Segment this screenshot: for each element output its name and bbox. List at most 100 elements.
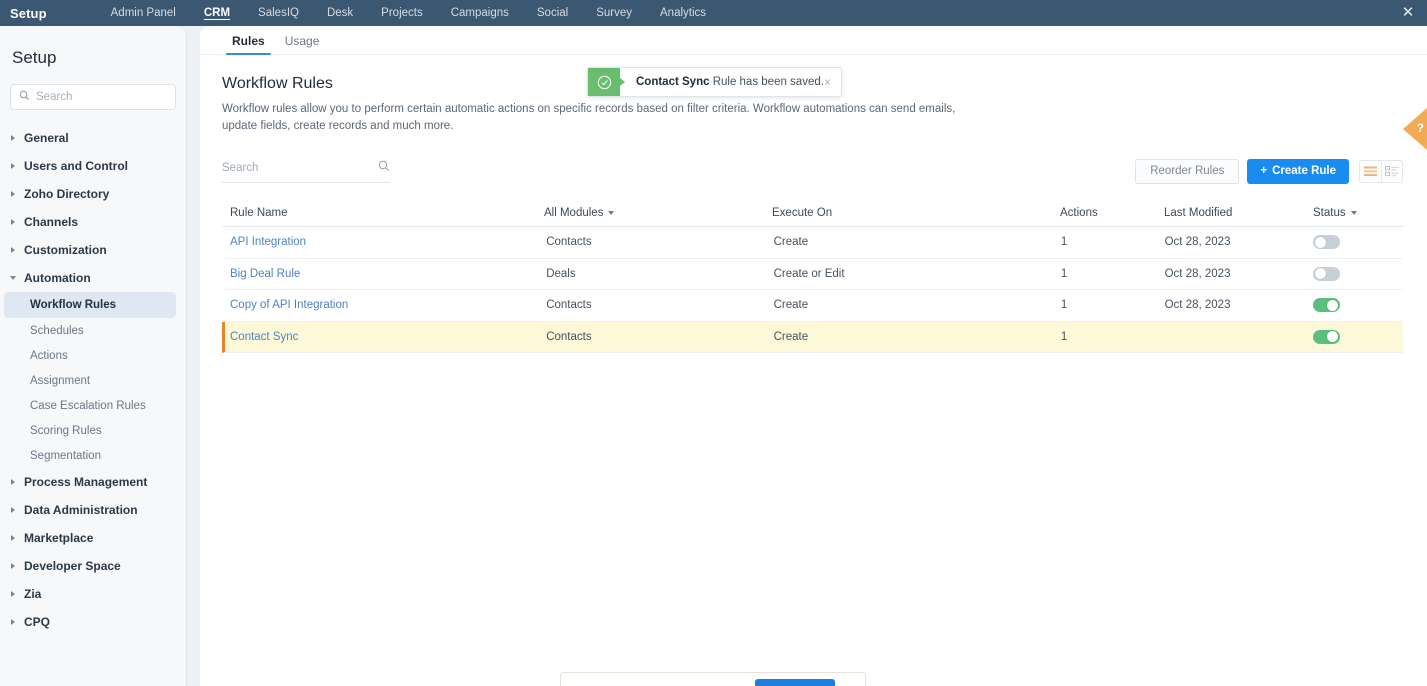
sidebar-item-segmentation[interactable]: Segmentation [0, 443, 186, 468]
topbar-app-desk[interactable]: Desk [313, 0, 367, 26]
sidebar-title: Setup [0, 26, 186, 68]
execute-on-cell: Create [774, 331, 1061, 343]
success-check-icon [588, 68, 620, 96]
sidebar-group-developer-space[interactable]: Developer Space [0, 552, 186, 580]
sidebar-item-workflow-rules[interactable]: Workflow Rules [4, 292, 176, 318]
table-row[interactable]: Big Deal RuleDealsCreate or Edit1Oct 28,… [222, 259, 1403, 291]
sidebar-group-cpq[interactable]: CPQ [0, 608, 186, 636]
status-toggle[interactable] [1313, 330, 1340, 344]
sidebar-group-zia[interactable]: Zia [0, 580, 186, 608]
column-header-status[interactable]: Status [1313, 207, 1403, 219]
setup-brand-label: Setup [10, 6, 47, 21]
sidebar-item-case-escalation-rules[interactable]: Case Escalation Rules [0, 393, 186, 418]
chevron-right-icon [8, 160, 20, 172]
chevron-right-icon [8, 532, 20, 544]
column-header-label: Last Modified [1164, 207, 1232, 219]
sidebar-item-schedules[interactable]: Schedules [0, 318, 186, 343]
status-toggle[interactable] [1313, 267, 1340, 281]
rule-name-cell: Copy of API Integration [225, 299, 546, 311]
rule-name-link[interactable]: Big Deal Rule [230, 268, 300, 280]
rule-name-link[interactable]: Copy of API Integration [230, 299, 348, 311]
rule-search[interactable] [222, 159, 390, 183]
sidebar-group-customization[interactable]: Customization [0, 236, 186, 264]
sidebar-item-scoring-rules[interactable]: Scoring Rules [0, 418, 186, 443]
column-header-rule-name: Rule Name [222, 207, 544, 219]
actions-cell: 1 [1061, 236, 1165, 248]
bottom-modal-footer[interactable] [560, 672, 866, 686]
sidebar-search-input[interactable] [36, 91, 166, 103]
chevron-right-icon [8, 560, 20, 572]
sidebar-group-label: Data Administration [24, 503, 138, 517]
sidebar-search[interactable] [10, 84, 176, 110]
close-icon[interactable]: ✕ [1399, 4, 1417, 22]
table-row[interactable]: API IntegrationContactsCreate1Oct 28, 20… [222, 227, 1403, 259]
topbar-app-social[interactable]: Social [523, 0, 582, 26]
sidebar-group-channels[interactable]: Channels [0, 208, 186, 236]
status-toggle[interactable] [1313, 235, 1340, 249]
rule-search-input[interactable] [222, 162, 352, 174]
topbar-app-crm[interactable]: CRM [190, 0, 244, 26]
actions-cell: 1 [1061, 299, 1165, 311]
sidebar-group-general[interactable]: General [0, 124, 186, 152]
topbar-app-campaigns[interactable]: Campaigns [437, 0, 523, 26]
table-header-row: Rule NameAll ModulesExecute On Actions Las… [222, 199, 1403, 227]
sidebar-group-label: Process Management [24, 475, 147, 489]
sidebar-group-data-administration[interactable]: Data Administration [0, 496, 186, 524]
sidebar-group-label: Zoho Directory [24, 187, 109, 201]
topbar-app-admin-panel[interactable]: Admin Panel [97, 0, 190, 26]
chevron-right-icon [8, 216, 20, 228]
status-cell [1313, 267, 1403, 281]
rule-name-link[interactable]: API Integration [230, 236, 306, 248]
column-header-label: Actions [1060, 207, 1098, 219]
topbar-app-salesiq[interactable]: SalesIQ [244, 0, 313, 26]
last-modified-cell: Oct 28, 2023 [1165, 299, 1314, 311]
rule-name-cell: Big Deal Rule [225, 268, 546, 280]
chevron-right-icon [8, 188, 20, 200]
sidebar-group-label: Channels [24, 215, 78, 229]
toast-rule-name: Contact Sync [636, 76, 710, 88]
last-modified-cell: Oct 28, 2023 [1165, 236, 1314, 248]
table-row[interactable]: Contact SyncContactsCreate1 [222, 322, 1403, 354]
sidebar-group-marketplace[interactable]: Marketplace [0, 524, 186, 552]
modal-primary-button[interactable] [755, 679, 835, 686]
sidebar-group-users-and-control[interactable]: Users and Control [0, 152, 186, 180]
sidebar-nav: General Users and Control Zoho Directory Ch… [0, 124, 186, 636]
list-view-icon[interactable] [1360, 161, 1381, 182]
topbar-app-projects[interactable]: Projects [367, 0, 437, 26]
column-header-label: Execute On [772, 207, 832, 219]
sidebar-group-zoho-directory[interactable]: Zoho Directory [0, 180, 186, 208]
sidebar-item-assignment[interactable]: Assignment [0, 368, 186, 393]
module-cell: Contacts [546, 299, 773, 311]
page-description: Workflow rules allow you to perform cert… [222, 101, 977, 135]
topbar-app-survey[interactable]: Survey [582, 0, 646, 26]
column-header-all-modules[interactable]: All Modules [544, 207, 772, 219]
execute-on-cell: Create [774, 299, 1061, 311]
sidebar-group-label: General [24, 131, 69, 145]
list-toolbar: Reorder Rules + Create Rule [222, 157, 1403, 185]
status-toggle[interactable] [1313, 298, 1340, 312]
toast-close-icon[interactable]: × [824, 75, 831, 89]
top-app-bar: Setup Admin PanelCRMSalesIQDeskProjectsC… [0, 0, 1427, 26]
sidebar-group-label: Customization [24, 243, 107, 257]
sidebar-group-label: Users and Control [24, 159, 128, 173]
chevron-right-icon [8, 244, 20, 256]
help-tab-button[interactable]: ? [1403, 108, 1427, 150]
module-cell: Contacts [546, 331, 773, 343]
rule-name-link[interactable]: Contact Sync [230, 331, 298, 343]
chevron-down-icon [8, 272, 20, 284]
status-cell [1313, 235, 1403, 249]
chevron-right-icon [8, 132, 20, 144]
module-cell: Deals [546, 268, 773, 280]
toast-notification: Contact Sync Rule has been saved. × [587, 67, 842, 97]
tab-usage[interactable]: Usage [275, 26, 330, 55]
create-rule-button[interactable]: + Create Rule [1247, 159, 1349, 184]
column-header-actions: Actions [1060, 207, 1164, 219]
tab-rules[interactable]: Rules [222, 26, 275, 55]
sidebar-group-process-management[interactable]: Process Management [0, 468, 186, 496]
reorder-rules-button[interactable]: Reorder Rules [1135, 159, 1239, 184]
sidebar-item-actions[interactable]: Actions [0, 343, 186, 368]
card-view-icon[interactable] [1381, 161, 1402, 182]
sidebar-group-automation[interactable]: Automation [0, 264, 186, 292]
table-row[interactable]: Copy of API Integration ContactsCreate1Oc… [222, 290, 1403, 322]
topbar-app-analytics[interactable]: Analytics [646, 0, 720, 26]
